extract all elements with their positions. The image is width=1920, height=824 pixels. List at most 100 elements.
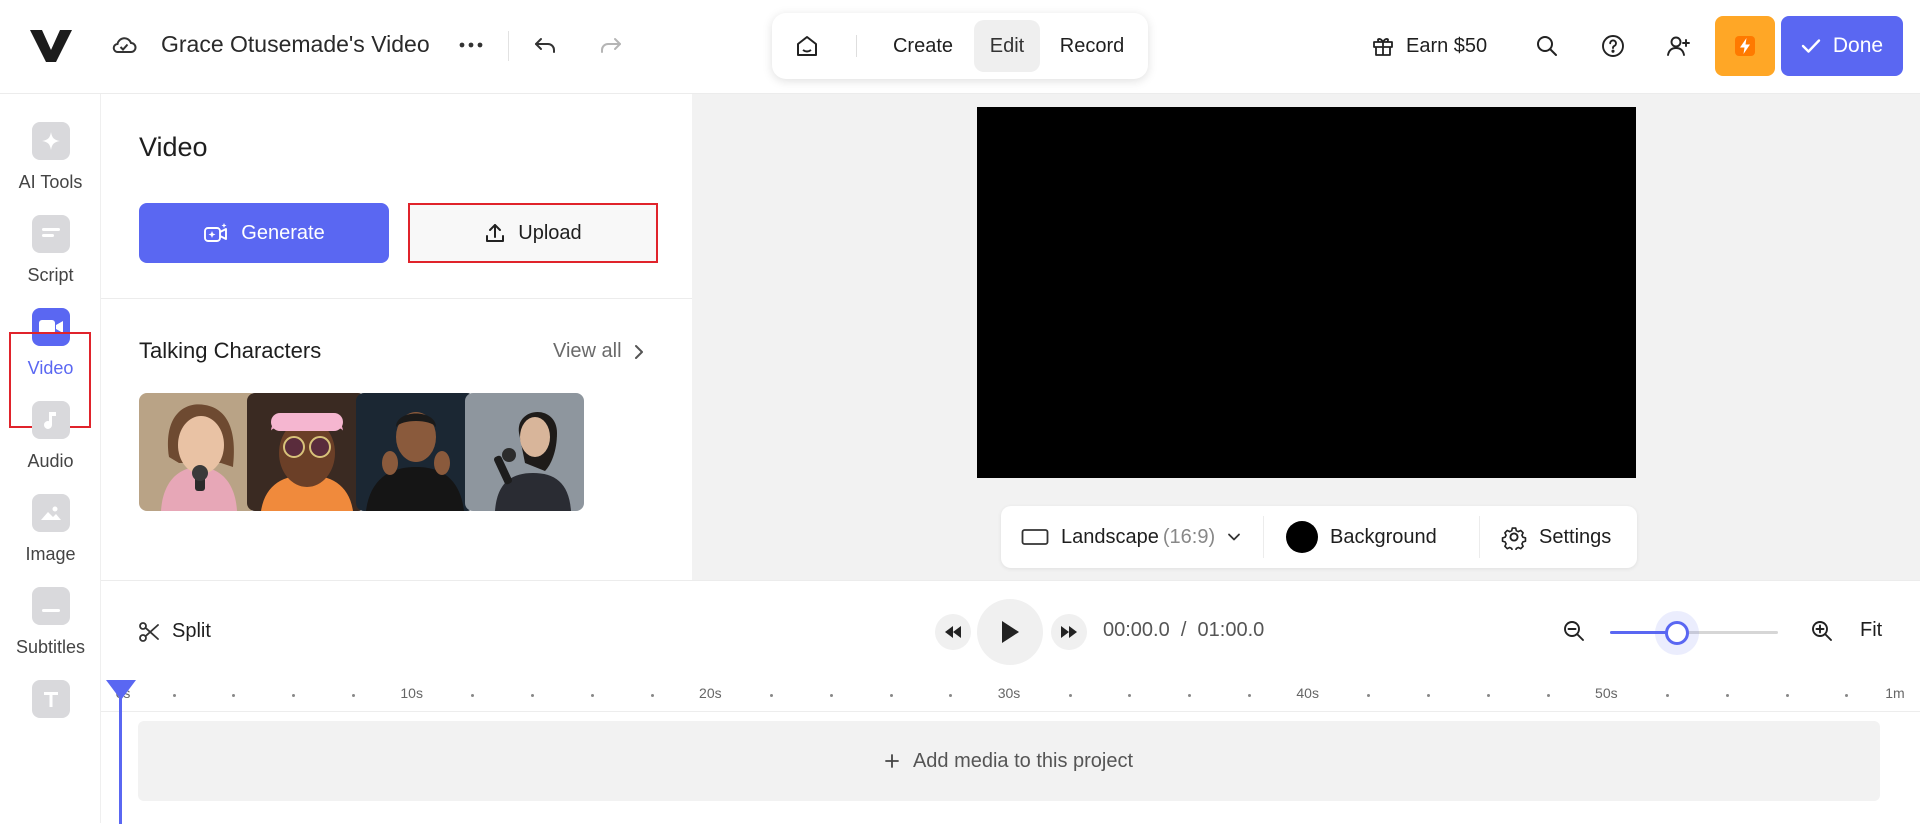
tab-edit[interactable]: Edit	[974, 20, 1040, 72]
background-swatch	[1286, 521, 1318, 553]
sidebar-item-ai-tools[interactable]: AI Tools	[0, 94, 101, 194]
sidebar-item-audio[interactable]: Audio	[0, 373, 101, 473]
zoom-slider-handle[interactable]	[1665, 621, 1689, 645]
help-icon	[1602, 35, 1624, 57]
ruler-tick	[1666, 694, 1670, 697]
panel-divider	[101, 298, 692, 299]
landscape-icon	[1021, 529, 1049, 545]
ruler-tick	[1486, 694, 1490, 697]
redo-icon	[601, 38, 621, 53]
lightning-icon	[1735, 36, 1755, 56]
sidebar-item-more[interactable]	[0, 652, 101, 752]
ruler-tick	[1068, 694, 1072, 697]
mode-switcher: Create Edit Record	[772, 13, 1148, 79]
upload-button[interactable]: Upload	[408, 203, 658, 263]
search-button[interactable]	[1532, 31, 1562, 61]
earn-button[interactable]: Earn $50	[1372, 30, 1487, 62]
playhead[interactable]	[119, 691, 122, 824]
ruler-tick	[531, 694, 535, 697]
ruler-tick	[1785, 694, 1789, 697]
settings-button[interactable]: Settings	[1501, 506, 1611, 568]
sparkle-icon	[31, 122, 70, 160]
project-title[interactable]: Grace Otusemade's Video	[161, 31, 435, 58]
tab-record[interactable]: Record	[1048, 20, 1136, 72]
rewind-button[interactable]	[935, 614, 971, 650]
add-media-label: Add media to this project	[912, 749, 1134, 772]
checkmark-icon	[1801, 39, 1821, 53]
sidebar-item-script[interactable]: Script	[0, 187, 101, 287]
redo-button[interactable]	[596, 30, 626, 60]
toolbar-divider	[1263, 516, 1264, 558]
music-note-icon	[31, 401, 70, 439]
undo-icon	[535, 38, 555, 53]
help-button[interactable]	[1598, 31, 1628, 61]
done-button[interactable]: Done	[1781, 16, 1903, 76]
play-button[interactable]	[977, 599, 1043, 665]
ruler-label: 10s	[400, 685, 423, 701]
plus-icon	[885, 754, 899, 768]
background-button[interactable]: Background	[1286, 506, 1437, 568]
character-thumbnail[interactable]	[356, 393, 475, 511]
zoom-slider[interactable]	[1610, 611, 1778, 655]
sidebar: AI Tools Script Video Audio Image Subtit…	[0, 94, 101, 823]
text-icon	[31, 680, 70, 718]
ruler-label: 50s	[1595, 685, 1618, 701]
script-icon	[31, 215, 70, 253]
split-button[interactable]: Split	[138, 620, 211, 643]
character-thumbnail[interactable]	[139, 393, 258, 511]
zoom-out-button[interactable]	[1562, 619, 1586, 643]
generate-button[interactable]: Generate	[139, 203, 389, 263]
ruler-tick	[232, 694, 236, 697]
ruler-tick	[949, 694, 953, 697]
add-media-track[interactable]: Add media to this project	[138, 721, 1880, 801]
split-label: Split	[172, 620, 211, 642]
view-all-label: View all	[553, 340, 622, 362]
fit-button[interactable]: Fit	[1860, 619, 1882, 642]
upload-icon	[486, 224, 505, 242]
ruler-tick	[1247, 694, 1251, 697]
top-bar: Grace Otusemade's Video Create Edit Reco…	[0, 0, 1920, 94]
upgrade-button[interactable]	[1715, 16, 1775, 76]
character-thumbnail[interactable]	[465, 393, 584, 511]
ruler-tick	[889, 694, 893, 697]
ruler-tick	[1128, 694, 1132, 697]
zoom-in-icon	[1812, 621, 1832, 641]
toolbar-divider	[1479, 516, 1480, 558]
rewind-icon	[945, 626, 961, 638]
playhead-handle[interactable]	[106, 680, 136, 700]
app-logo[interactable]	[28, 28, 74, 64]
earn-label: Earn $50	[1406, 34, 1488, 57]
video-preview[interactable]	[977, 107, 1636, 478]
search-icon	[1537, 36, 1557, 56]
time-separator: /	[1180, 619, 1187, 641]
ruler-label: 1m	[1885, 685, 1905, 701]
fast-forward-button[interactable]	[1051, 614, 1087, 650]
more-options-button[interactable]	[456, 30, 486, 60]
ruler-tick	[829, 694, 833, 697]
ruler-tick	[650, 694, 654, 697]
subtitles-icon	[31, 587, 70, 625]
zoom-in-button[interactable]	[1810, 619, 1834, 643]
view-all-link[interactable]: View all	[553, 340, 644, 363]
settings-label: Settings	[1539, 525, 1612, 548]
ruler-label: 40s	[1296, 685, 1319, 701]
sidebar-item-image[interactable]: Image	[0, 466, 101, 566]
canvas-area: Landscape (16:9) Background Settings	[692, 94, 1920, 580]
background-label: Background	[1330, 525, 1437, 548]
aspect-ratio-dropdown[interactable]: Landscape (16:9)	[1021, 506, 1241, 568]
undo-button[interactable]	[530, 30, 560, 60]
more-icon	[459, 42, 483, 48]
invite-button[interactable]	[1664, 31, 1694, 61]
tab-create[interactable]: Create	[880, 20, 966, 72]
ruler-tick	[1427, 694, 1431, 697]
video-panel: Video Generate Upload Talking Characters…	[101, 94, 692, 580]
home-button[interactable]	[792, 31, 822, 61]
fast-forward-icon	[1061, 626, 1077, 638]
ratio-label: (16:9)	[1162, 525, 1216, 548]
sidebar-item-subtitles[interactable]: Subtitles	[0, 559, 101, 659]
character-thumbnail[interactable]	[247, 393, 366, 511]
ruler-tick	[1725, 694, 1729, 697]
orientation-label: Landscape	[1061, 525, 1159, 548]
ruler-tick	[351, 694, 355, 697]
generate-video-icon	[204, 223, 228, 242]
